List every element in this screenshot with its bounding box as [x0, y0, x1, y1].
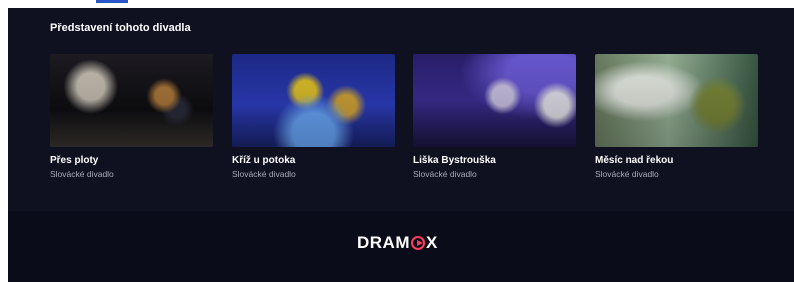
- show-title[interactable]: Liška Bystrouška: [413, 155, 576, 167]
- show-title[interactable]: Přes ploty: [50, 155, 213, 167]
- show-title[interactable]: Měsíc nad řekou: [595, 155, 758, 167]
- show-theatre: Slovácké divadlo: [50, 169, 114, 179]
- show-thumbnail[interactable]: [595, 54, 758, 147]
- logo-text-right: X: [426, 233, 438, 252]
- show-theatre: Slovácké divadlo: [232, 169, 296, 179]
- logo-text-left: DRAM: [357, 233, 410, 252]
- show-card-1[interactable]: Přes ploty Slovácké divadlo: [50, 54, 213, 180]
- show-thumbnail[interactable]: [50, 54, 213, 147]
- section-title: Představení tohoto divadla: [50, 22, 191, 34]
- dramox-logo[interactable]: DRAM X: [357, 233, 438, 253]
- show-card-3[interactable]: Liška Bystrouška Slovácké divadlo: [413, 54, 576, 180]
- show-theatre: Slovácké divadlo: [413, 169, 477, 179]
- show-thumbnail[interactable]: [413, 54, 576, 147]
- show-card-2[interactable]: Kříž u potoka Slovácké divadlo: [232, 54, 395, 180]
- show-thumbnail[interactable]: [232, 54, 395, 147]
- play-circle-icon: [411, 236, 425, 250]
- show-card-4[interactable]: Měsíc nad řekou Slovácké divadlo: [595, 54, 758, 180]
- show-theatre: Slovácké divadlo: [595, 169, 659, 179]
- show-title[interactable]: Kříž u potoka: [232, 155, 395, 167]
- top-accent-line: [96, 0, 128, 3]
- theatre-shows-section: Představení tohoto divadla Přes ploty Sl…: [8, 8, 794, 211]
